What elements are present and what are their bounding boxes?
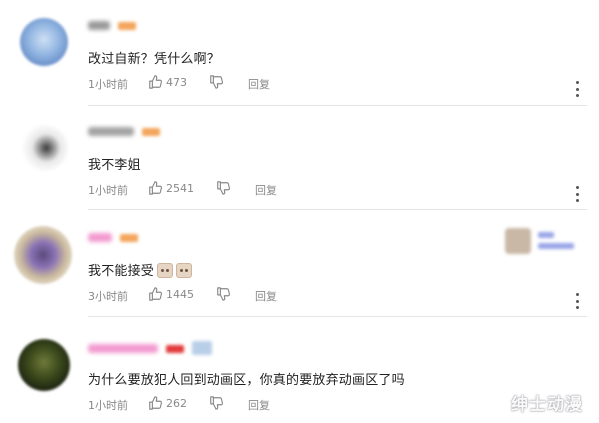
comment-text: 改过自新？凭什么啊？ [88, 52, 221, 67]
reply-button[interactable]: 回复 [255, 182, 277, 198]
comment-time: 1小时前 [88, 78, 128, 91]
like-button[interactable]: 2541 [148, 181, 194, 195]
like-button[interactable]: 262 [148, 396, 187, 410]
thumbs-down-icon [216, 287, 230, 301]
up-label [538, 243, 574, 249]
thumbs-up-icon [148, 287, 162, 301]
avatar[interactable] [20, 124, 68, 172]
watermark: 绅士动漫 [511, 395, 583, 415]
reply-button[interactable]: 回复 [255, 288, 277, 304]
cat-emoji-icon [176, 263, 193, 278]
comment-text-body: 我不能接受 [88, 264, 155, 279]
reply-button[interactable]: 回复 [248, 397, 270, 413]
cat-emoji-icon [157, 263, 174, 278]
divider [88, 209, 587, 210]
more-vertical-icon[interactable] [574, 293, 580, 309]
comment-text: 我不能接受 [88, 260, 193, 279]
avatar[interactable] [14, 226, 72, 284]
level-badge [118, 22, 136, 30]
comment-time: 3小时前 [88, 290, 128, 303]
dislike-button[interactable] [209, 75, 223, 89]
thumbs-up-icon [148, 75, 162, 89]
level-badge [166, 345, 184, 353]
like-count: 1445 [166, 287, 194, 301]
thumbs-down-icon [209, 75, 223, 89]
comment-item: 为什么要放犯人回到动画区，你真的要放弃动画区了吗 1小时前 262 回复 [0, 317, 599, 423]
fan-badge [192, 341, 212, 355]
level-badge [142, 128, 160, 136]
comment-time: 1小时前 [88, 184, 128, 197]
comment-text: 我不李姐 [88, 158, 141, 173]
reply-button[interactable]: 回复 [248, 76, 270, 92]
like-button[interactable]: 1445 [148, 287, 194, 301]
more-vertical-icon[interactable] [574, 81, 580, 97]
dislike-button[interactable] [216, 181, 230, 195]
like-count: 473 [166, 75, 187, 89]
up-avatar[interactable] [505, 228, 531, 254]
like-count: 2541 [166, 181, 194, 195]
thumbs-up-icon [148, 396, 162, 410]
comment-item: 改过自新？凭什么啊？ 1小时前 473 回复 [0, 0, 599, 106]
thumbs-down-icon [216, 181, 230, 195]
up-label [538, 232, 554, 238]
more-vertical-icon[interactable] [574, 186, 580, 202]
comment-text: 为什么要放犯人回到动画区，你真的要放弃动画区了吗 [88, 373, 405, 388]
comment-item: 我不李姐 1小时前 2541 回复 [0, 106, 599, 212]
level-badge [120, 234, 138, 242]
avatar[interactable] [20, 18, 68, 66]
comment-time: 1小时前 [88, 399, 128, 412]
like-button[interactable]: 473 [148, 75, 187, 89]
thumbs-down-icon [209, 396, 223, 410]
like-count: 262 [166, 396, 187, 410]
dislike-button[interactable] [209, 396, 223, 410]
thumbs-up-icon [148, 181, 162, 195]
avatar[interactable] [18, 339, 70, 391]
dislike-button[interactable] [216, 287, 230, 301]
